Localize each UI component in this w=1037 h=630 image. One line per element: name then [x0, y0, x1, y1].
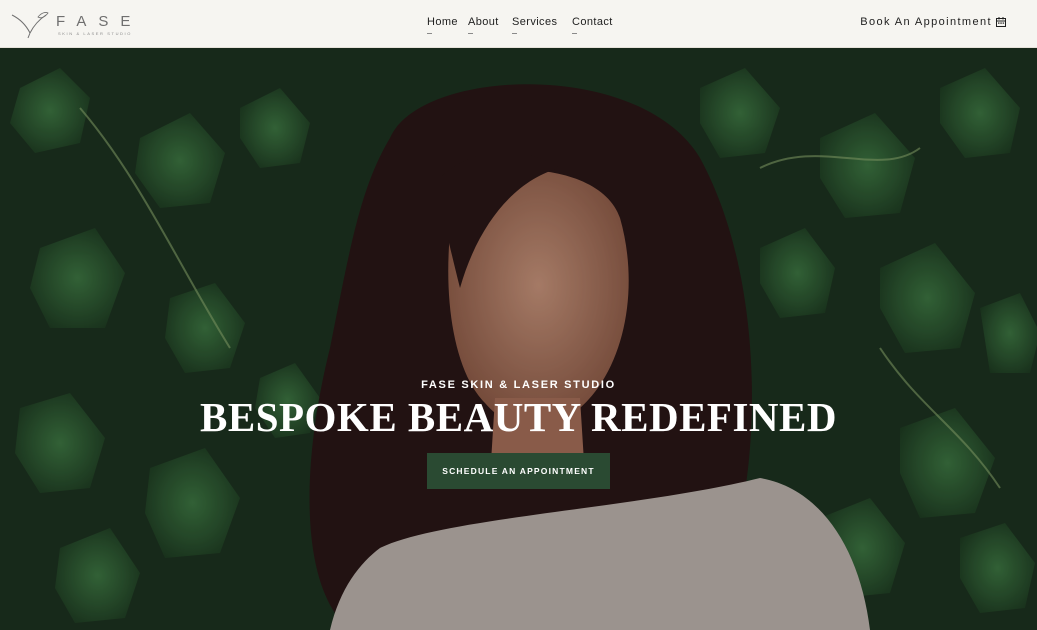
- hero-section: FASE SKIN & LASER STUDIO BESPOKE BEAUTY …: [0, 48, 1037, 630]
- book-appointment-link[interactable]: Book An Appointment: [860, 16, 1006, 28]
- nav-underline: [512, 33, 517, 34]
- hero-eyebrow: FASE SKIN & LASER STUDIO: [421, 379, 616, 391]
- brand-tagline: SKIN & LASER STUDIO: [58, 31, 132, 36]
- nav-item-label: Contact: [572, 16, 613, 28]
- book-appointment-label: Book An Appointment: [860, 16, 992, 28]
- leaf-logo-icon: [11, 12, 49, 39]
- nav-item-services[interactable]: Services: [512, 16, 558, 34]
- schedule-appointment-button[interactable]: SCHEDULE AN APPOINTMENT: [427, 453, 610, 489]
- calendar-icon: [996, 17, 1006, 27]
- nav-underline: [468, 33, 473, 34]
- brand-wordmark: FASE: [56, 13, 143, 30]
- nav-item-label: Services: [512, 16, 558, 28]
- nav-item-label: About: [468, 16, 499, 28]
- site-header: FASE SKIN & LASER STUDIO Home About Serv…: [0, 0, 1037, 48]
- nav-item-home[interactable]: Home: [427, 16, 458, 34]
- hero-overlay: [0, 48, 1037, 630]
- nav-underline: [572, 33, 577, 34]
- brand-logo[interactable]: FASE SKIN & LASER STUDIO: [10, 9, 140, 39]
- nav-item-contact[interactable]: Contact: [572, 16, 613, 34]
- hero-headline: BESPOKE BEAUTY REDEFINED: [200, 394, 837, 440]
- nav-item-label: Home: [427, 16, 458, 28]
- nav-underline: [427, 33, 432, 34]
- nav-item-about[interactable]: About: [468, 16, 499, 34]
